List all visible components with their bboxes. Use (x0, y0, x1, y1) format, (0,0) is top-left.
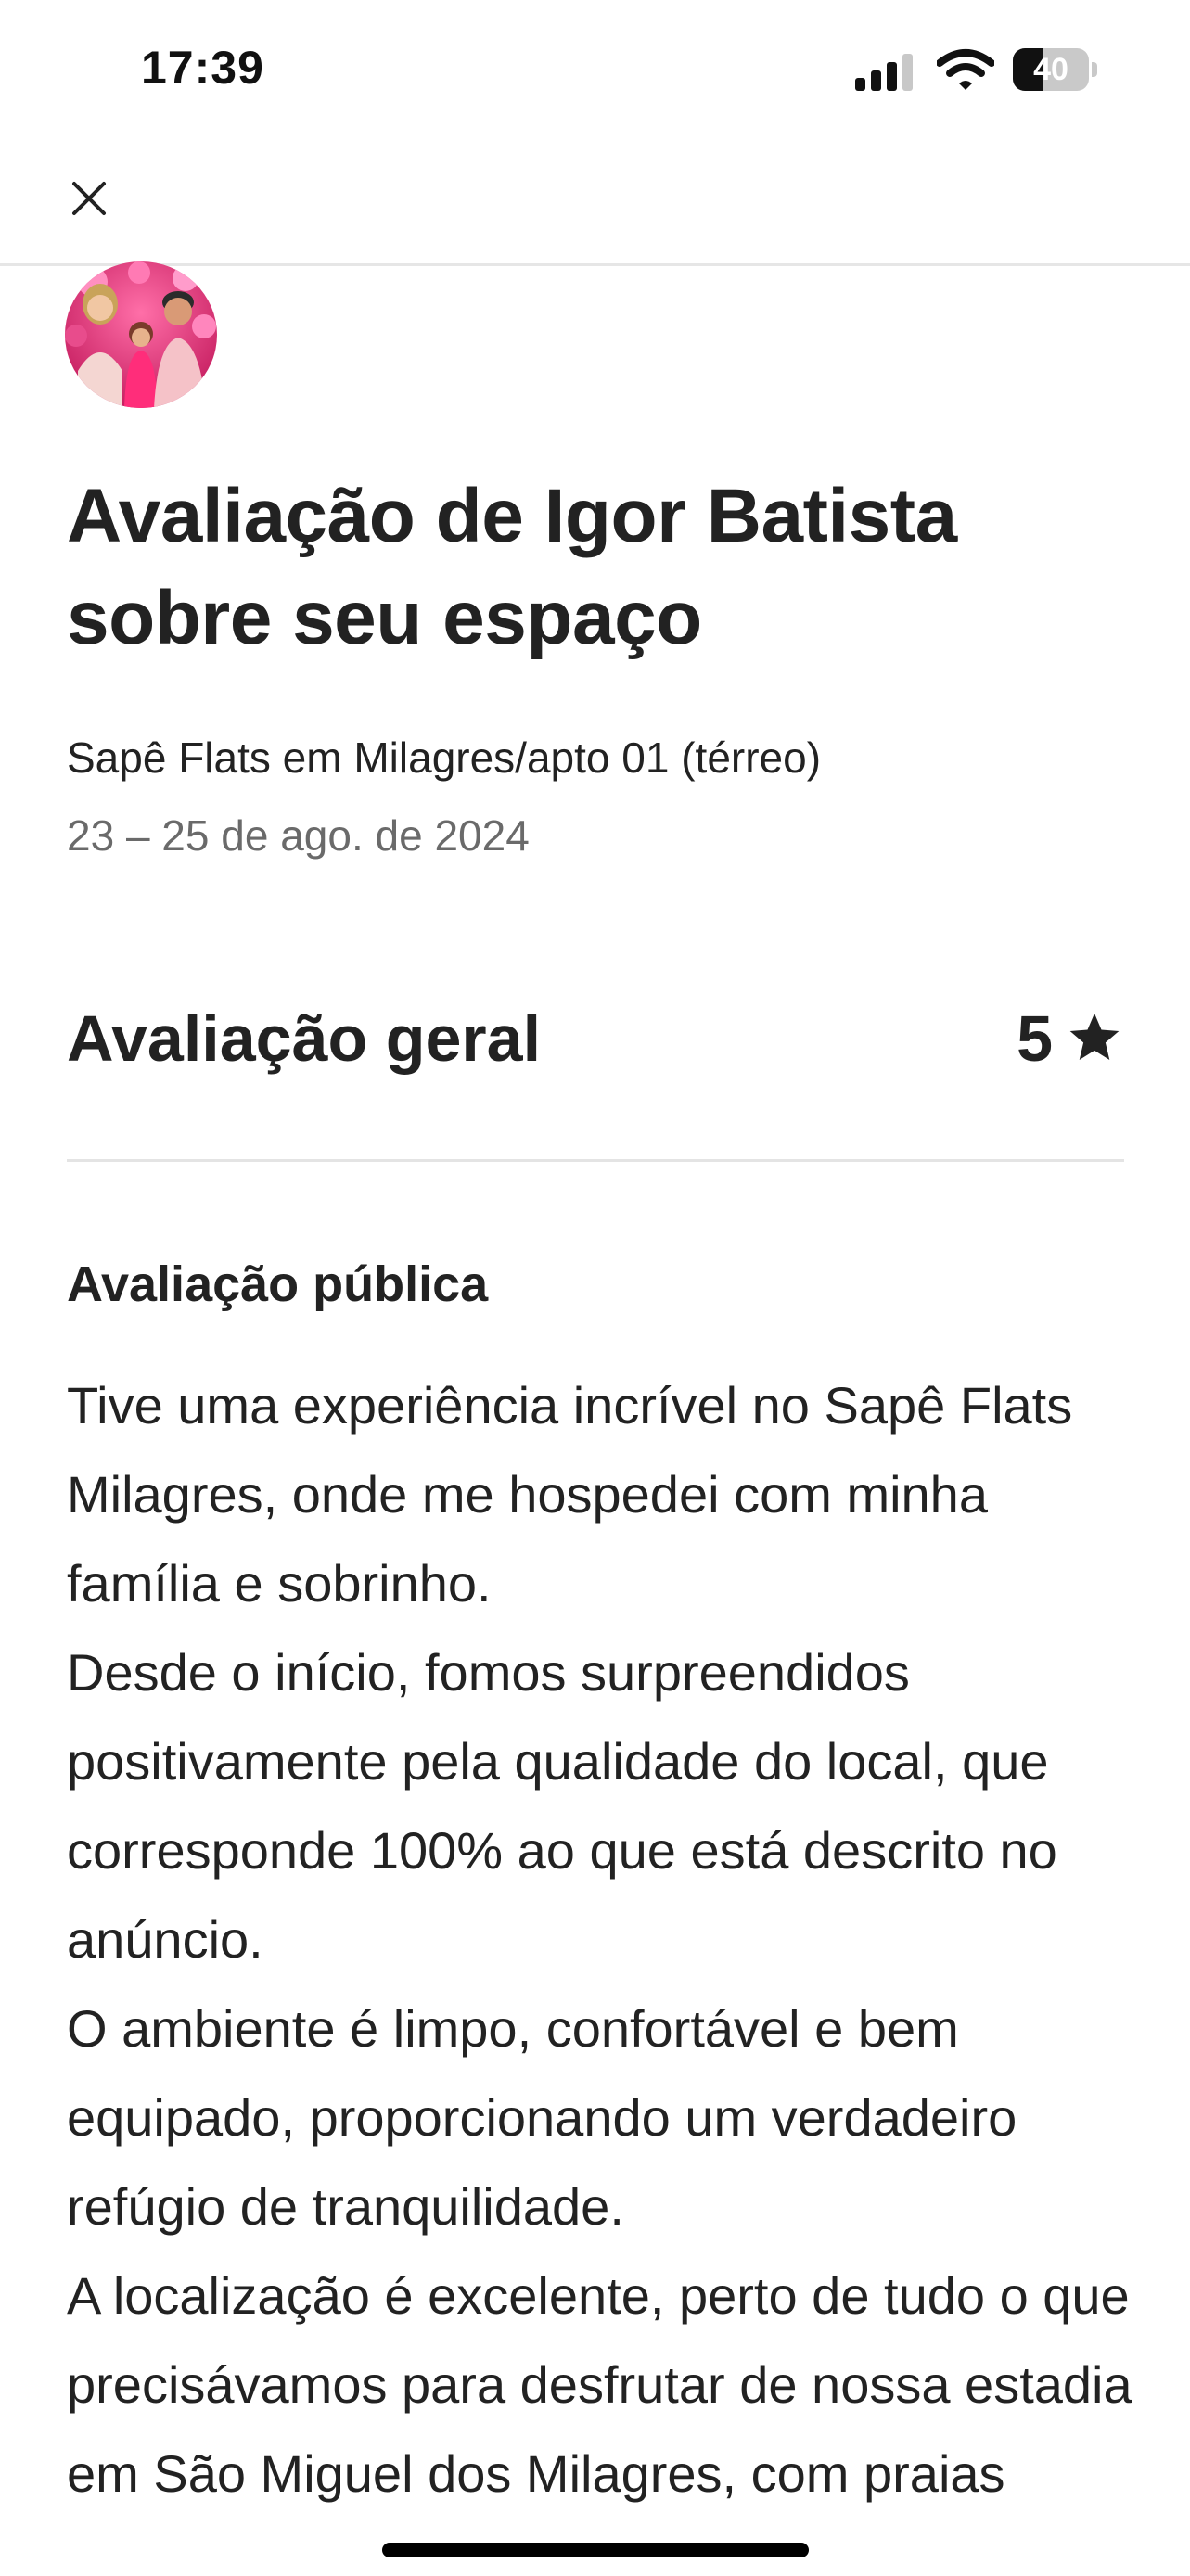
review-paragraph: Desde o início, fomos surpreendidos posi… (67, 1643, 1057, 1969)
avatar-photo (65, 261, 217, 408)
overall-rating-value: 5 (1017, 1002, 1053, 1075)
star-icon (1069, 1013, 1120, 1060)
listing-name: Sapê Flats em Milagres/apto 01 (térreo) (67, 733, 822, 782)
review-paragraph: O ambiente é limpo, confortável e bem eq… (67, 1999, 1017, 2236)
public-review-heading: Avaliação pública (67, 1256, 489, 1312)
status-bar: 17:39 40 (0, 0, 1190, 139)
cellular-signal-icon (855, 52, 915, 91)
public-review-text: Tive uma experiência incrível no Sapê Fl… (67, 1361, 1143, 2519)
wifi-icon (937, 49, 994, 90)
battery-percentage: 40 (1033, 52, 1068, 87)
review-screen: 17:39 40 Avaliação de Igor Batista sobre… (0, 0, 1190, 2576)
review-title: Avaliação de Igor Batista sobre seu espa… (67, 474, 957, 660)
rating-divider (67, 1159, 1124, 1162)
overall-rating-label: Avaliação geral (67, 1002, 542, 1075)
home-indicator[interactable] (382, 2543, 809, 2557)
close-button[interactable] (59, 169, 119, 228)
status-time: 17:39 (141, 42, 264, 94)
review-paragraph: Tive uma experiência incrível no Sapê Fl… (67, 1376, 1073, 1613)
header-divider (0, 263, 1190, 266)
overall-rating: 5 (1017, 1001, 1123, 1076)
stay-dates: 23 – 25 de ago. de 2024 (67, 811, 530, 860)
battery-icon: 40 (1013, 48, 1097, 91)
review-paragraph: A localização é excelente, perto de tudo… (67, 2266, 1132, 2503)
reviewer-avatar[interactable] (65, 261, 217, 408)
close-icon (72, 182, 106, 215)
